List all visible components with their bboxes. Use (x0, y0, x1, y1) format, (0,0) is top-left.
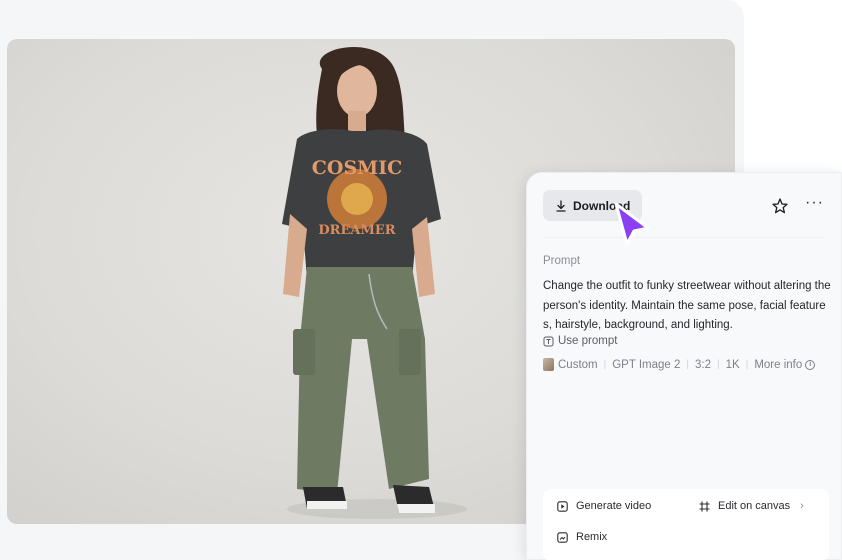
use-prompt-button[interactable]: Use prompt (543, 335, 617, 347)
prompt-text: Change the outfit to funky streetwear wi… (543, 280, 831, 331)
edit-on-canvas-label: Edit on canvas (718, 500, 791, 512)
meta-separator: | (745, 359, 749, 370)
generate-video-button[interactable]: Generate video (557, 500, 651, 512)
shirt-text-top: COSMIC (312, 157, 402, 179)
remix-label: Remix (576, 531, 608, 543)
meta-separator: | (717, 359, 720, 370)
download-icon (556, 199, 566, 212)
actions-card: Generate video Edit on canvas › Remix (543, 489, 829, 560)
remix-icon (557, 531, 568, 543)
star-icon[interactable] (771, 197, 789, 215)
generate-video-label: Generate video (576, 500, 652, 512)
edit-on-canvas-button[interactable]: Edit on canvas › (699, 500, 804, 512)
prompt-icon (543, 336, 554, 346)
info-icon[interactable]: i (805, 359, 816, 370)
pointer-cursor-icon (614, 202, 650, 246)
meta-model: GPT Image 2 (612, 358, 681, 371)
shirt-text-bottom: DREAMER (318, 223, 395, 238)
meta-resolution: 1K (725, 358, 740, 371)
canvas-icon (699, 501, 710, 511)
app-stage: COSMIC DREAMER Download ··· Prompt Chang… (0, 0, 842, 560)
more-info-link[interactable]: More info (754, 359, 802, 371)
style-thumbnail (543, 358, 554, 371)
meta-separator: | (603, 359, 607, 370)
video-icon (557, 500, 568, 512)
image-details-panel: Download ··· Prompt Change the outfit to… (526, 172, 842, 560)
chevron-right-icon: › (800, 500, 804, 512)
meta-separator: | (686, 359, 690, 370)
more-icon[interactable]: ··· (805, 195, 823, 215)
divider (543, 237, 825, 238)
prompt-label: Prompt (543, 255, 581, 267)
remix-button[interactable]: Remix (557, 531, 607, 543)
generation-meta: Custom | GPT Image 2 | 3:2 | 1K | More i… (543, 358, 816, 371)
meta-style: Custom (558, 358, 598, 371)
meta-ratio: 3:2 (695, 358, 712, 371)
use-prompt-label: Use prompt (558, 335, 618, 347)
